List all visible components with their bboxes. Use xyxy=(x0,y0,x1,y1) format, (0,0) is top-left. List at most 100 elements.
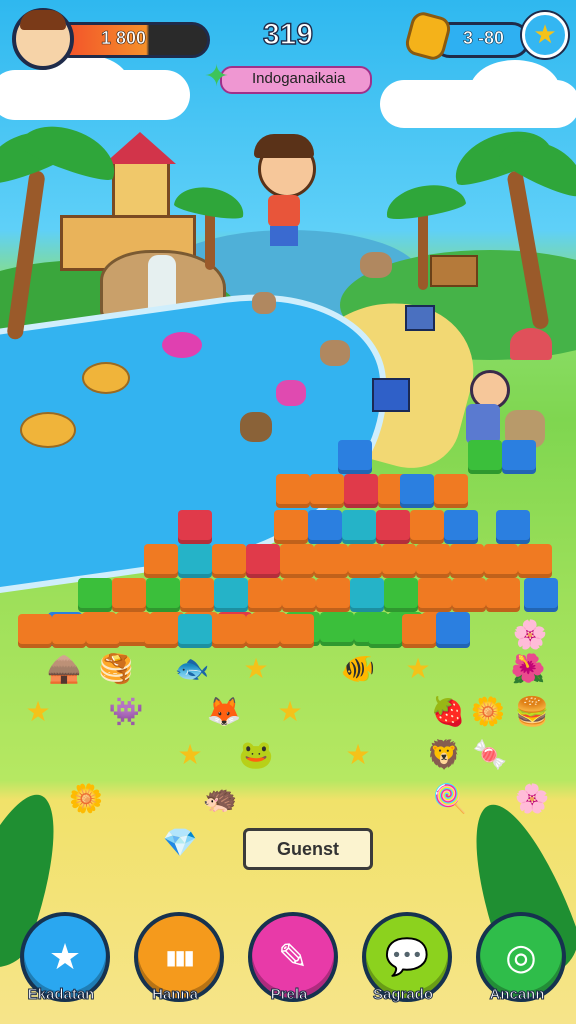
grid-tile[interactable] xyxy=(348,544,382,578)
grid-tile[interactable] xyxy=(496,510,530,544)
grid-tile[interactable] xyxy=(276,474,310,508)
creature-item[interactable]: 🦔 xyxy=(200,782,240,822)
nav-label: Sagrado xyxy=(372,986,433,1004)
boat[interactable] xyxy=(162,332,202,358)
grid-tile[interactable] xyxy=(212,544,246,578)
grid-tile[interactable] xyxy=(468,440,502,474)
star-icon[interactable]: ★ xyxy=(236,652,276,692)
animal[interactable] xyxy=(240,412,272,442)
grid-tile[interactable] xyxy=(314,544,348,578)
grid-tile[interactable] xyxy=(344,474,378,508)
star-icon[interactable]: ★ xyxy=(398,652,438,692)
grid-tile[interactable] xyxy=(178,544,212,578)
stack-item[interactable]: 🍔 xyxy=(512,695,552,735)
grid-tile[interactable] xyxy=(146,578,180,612)
grid-tile[interactable] xyxy=(402,614,436,648)
grid-tile[interactable] xyxy=(444,510,478,544)
shell xyxy=(510,328,552,360)
grid-tile[interactable] xyxy=(502,440,536,474)
grid-tile[interactable] xyxy=(310,474,344,508)
fish-item[interactable]: 🐠 xyxy=(338,652,378,692)
candy-item[interactable]: 🍬 xyxy=(470,738,510,778)
grid-tile[interactable] xyxy=(180,578,214,612)
grid-tile[interactable] xyxy=(78,578,112,612)
star-icon[interactable]: ★ xyxy=(18,695,58,735)
flower-item[interactable]: 🌺 xyxy=(508,652,548,692)
grid-tile[interactable] xyxy=(280,544,314,578)
grid-tile[interactable] xyxy=(248,578,282,612)
island xyxy=(82,362,130,394)
crate[interactable] xyxy=(405,305,435,331)
grid-tile[interactable] xyxy=(178,614,212,648)
animal[interactable] xyxy=(320,340,350,366)
grid-tile[interactable] xyxy=(246,614,280,648)
animal[interactable] xyxy=(360,252,392,278)
candy-item[interactable]: 🍭 xyxy=(430,782,470,822)
grid-tile[interactable] xyxy=(410,510,444,544)
grid-tile[interactable] xyxy=(524,578,558,612)
grid-tile[interactable] xyxy=(280,614,314,648)
grid-tile[interactable] xyxy=(452,578,486,612)
animal[interactable] xyxy=(252,292,276,314)
star-icon[interactable]: ★ xyxy=(338,738,378,778)
grid-tile[interactable] xyxy=(308,510,342,544)
gem-item[interactable]: 💎 xyxy=(160,826,200,866)
grid-tile[interactable] xyxy=(486,578,520,612)
grid-tile[interactable] xyxy=(144,614,178,648)
grid-tile[interactable] xyxy=(316,578,350,612)
creature-item[interactable]: 🐸 xyxy=(236,738,276,778)
bars-icon: ▮▮▮ xyxy=(165,945,194,969)
grid-tile[interactable] xyxy=(178,510,212,544)
grid-tile[interactable] xyxy=(450,544,484,578)
grid-tile[interactable] xyxy=(320,612,354,646)
fruit-item[interactable]: 🍓 xyxy=(428,695,468,735)
grid-tile[interactable] xyxy=(18,614,52,648)
coins-value: 1 800 xyxy=(101,28,147,49)
grid-tile[interactable] xyxy=(434,474,468,508)
fish-item[interactable]: 🐟 xyxy=(172,652,212,692)
hut-item[interactable]: 🛖 xyxy=(44,652,84,692)
flower-item[interactable]: 🌼 xyxy=(66,782,106,822)
flower-item[interactable]: 🌸 xyxy=(512,782,552,822)
grid-tile[interactable] xyxy=(376,510,410,544)
star-icon[interactable]: ★ xyxy=(170,738,210,778)
star-icon[interactable]: ★ xyxy=(270,695,310,735)
grid-tile[interactable] xyxy=(518,544,552,578)
grid-tile[interactable] xyxy=(368,614,402,648)
grid-tile[interactable] xyxy=(282,578,316,612)
player-pants xyxy=(270,226,298,246)
grid-tile[interactable] xyxy=(212,614,246,648)
grid-tile[interactable] xyxy=(86,614,120,648)
grid-tile[interactable] xyxy=(416,544,450,578)
fish-item[interactable]: 🦊 xyxy=(204,695,244,735)
creature-item[interactable]: 👾 xyxy=(106,695,146,735)
creature[interactable] xyxy=(276,380,306,406)
grid-tile[interactable] xyxy=(52,614,86,648)
grid-tile[interactable] xyxy=(384,578,418,612)
avatar-hair xyxy=(20,10,66,30)
grid-tile[interactable] xyxy=(436,614,470,648)
add-gems-button[interactable]: ★ xyxy=(522,12,568,58)
grid-tile[interactable] xyxy=(144,544,178,578)
grid-tile[interactable] xyxy=(214,578,248,612)
grid-tile[interactable] xyxy=(246,544,280,578)
guest-button[interactable]: Guenst xyxy=(243,828,373,870)
grid-tile[interactable] xyxy=(342,510,376,544)
creature-item[interactable]: 🦁 xyxy=(424,738,464,778)
stack-item[interactable]: 🥞 xyxy=(96,652,136,692)
banner[interactable]: Indoganaikaia xyxy=(220,66,372,94)
puzzle-grid[interactable] xyxy=(18,440,558,650)
crate[interactable] xyxy=(372,378,410,412)
coins-bar[interactable]: 1 800 xyxy=(52,22,210,58)
grid-tile[interactable] xyxy=(350,578,384,612)
grid-tile[interactable] xyxy=(418,578,452,612)
gems-value: 3 -80 xyxy=(463,28,505,49)
grid-tile[interactable] xyxy=(338,440,372,474)
grid-tile[interactable] xyxy=(400,474,434,508)
flower-item[interactable]: 🌼 xyxy=(468,695,508,735)
grid-tile[interactable] xyxy=(274,510,308,544)
speech-icon: 💬 xyxy=(384,937,430,978)
grid-tile[interactable] xyxy=(484,544,518,578)
grid-tile[interactable] xyxy=(382,544,416,578)
grid-tile[interactable] xyxy=(112,578,146,612)
